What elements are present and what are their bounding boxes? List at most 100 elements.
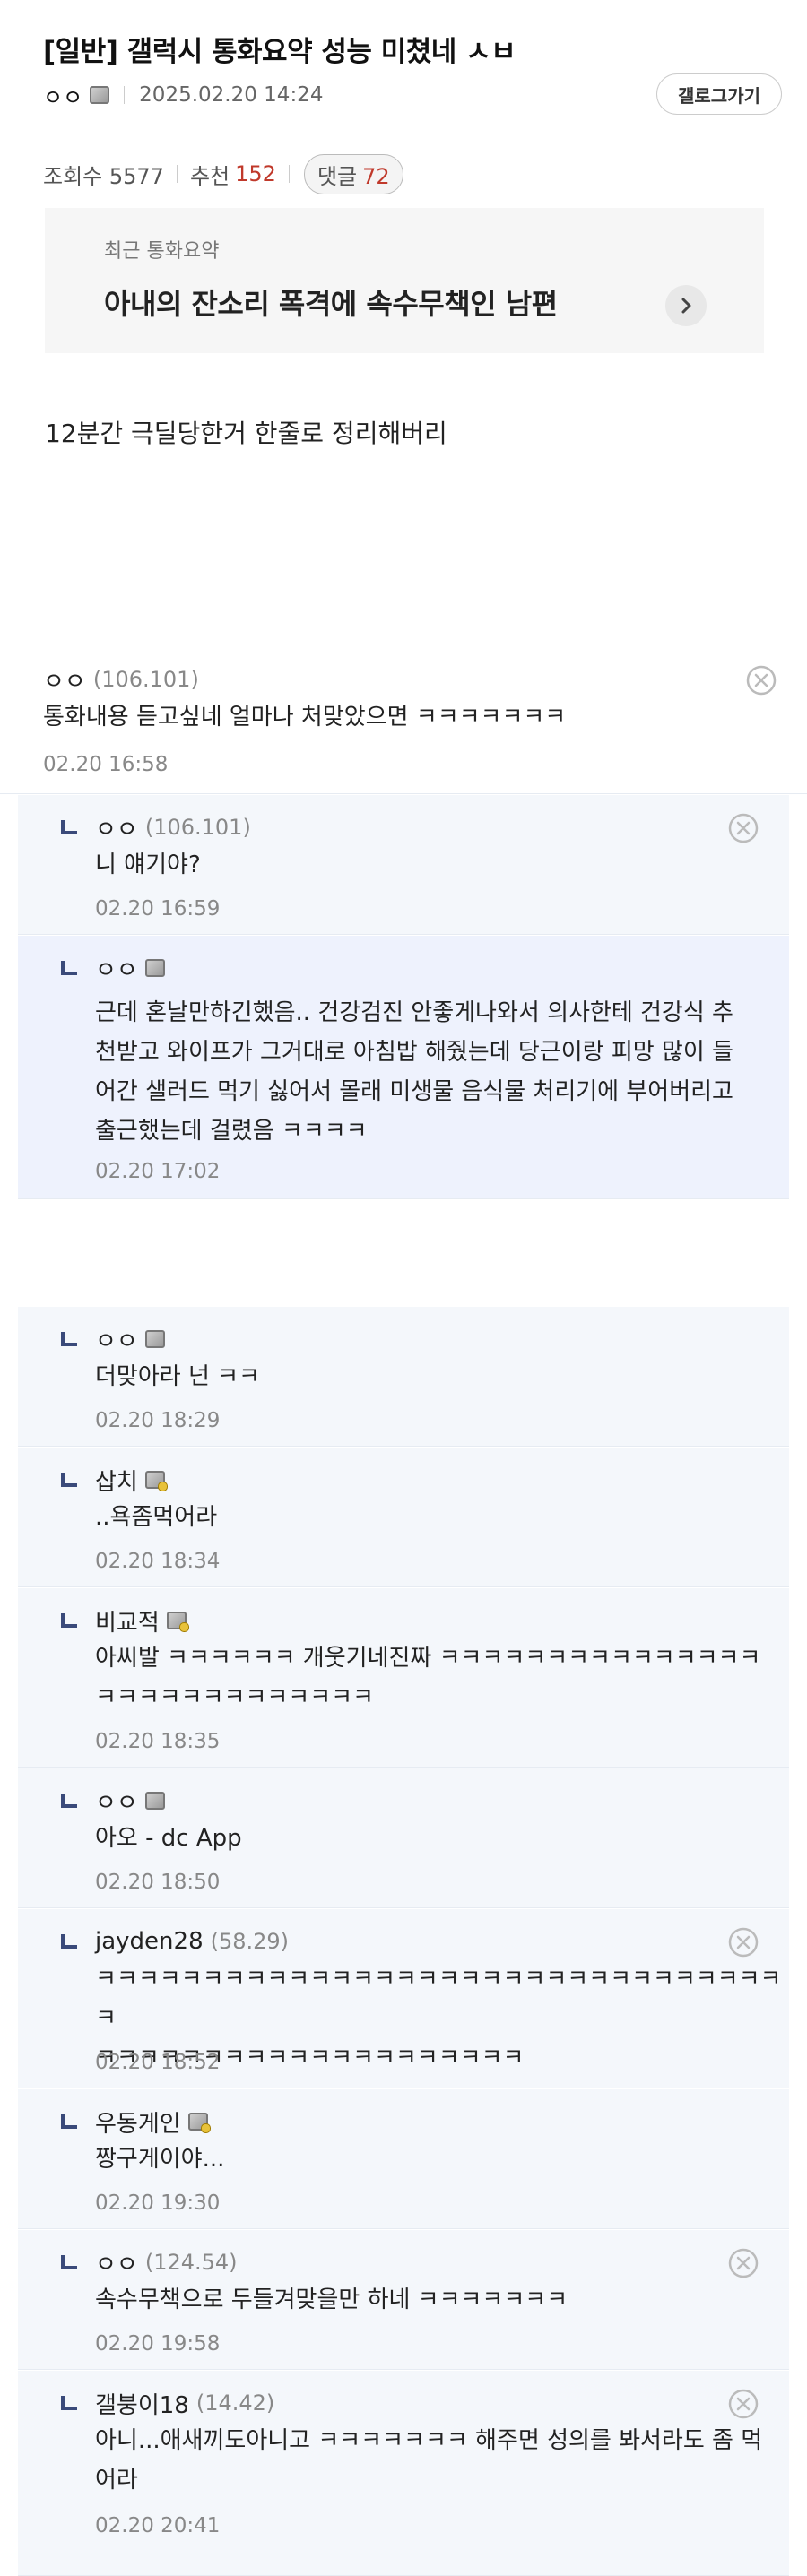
comment-ip: (14.42) [195, 2390, 275, 2416]
comment-nick[interactable]: ㅇㅇ [95, 2246, 138, 2279]
comment-count: 72 [362, 163, 390, 189]
comment-text: ..욕좀먹어라 [95, 1498, 217, 1537]
comment-header: ㅇㅇ [95, 1783, 165, 1819]
semi-fixed-nick-icon [144, 1471, 168, 1491]
comment-nick[interactable]: ㅇㅇ [95, 1785, 138, 1818]
comment-text: 통화내용 듣고싶네 얼마나 처맞았으면 ㅋㅋㅋㅋㅋㅋㅋ [43, 697, 566, 737]
post-stats: 조회수 5577 추천 152 댓글 72 [43, 153, 404, 194]
comment-header: 갤붕이18 (14.42) [95, 2385, 274, 2421]
comment-date: 02.20 18:50 [95, 1871, 221, 1894]
reply-comment: jayden28 (58.29) ㅋㅋㅋㅋㅋㅋㅋㅋㅋㅋㅋㅋㅋㅋㅋㅋㅋㅋㅋㅋㅋㅋㅋ… [18, 1909, 789, 2088]
comment-date: 02.20 20:41 [95, 2514, 221, 2537]
delete-icon[interactable] [728, 2248, 759, 2278]
comment-date: 02.20 18:29 [95, 1409, 221, 1432]
fixed-nick-icon [144, 1330, 165, 1348]
reply-arrow-icon [61, 1613, 77, 1628]
comment-ip: (106.101) [144, 815, 251, 840]
comment-nick[interactable]: 삽치 [95, 1464, 138, 1497]
reply-arrow-icon [61, 961, 77, 975]
comment-date: 02.20 19:58 [95, 2332, 221, 2356]
chevron-right-icon[interactable] [665, 285, 707, 326]
reply-comment: ㅇㅇ (124.54) 속수무책으로 두들겨맞을만 하네 ㅋㅋㅋㅋㅋㅋㅋ 02.… [18, 2230, 789, 2370]
post-title: [일반] 갤럭시 통화요약 성능 미쳤네 ㅅㅂ [43, 36, 516, 68]
comment-line: ..욕좀먹어라 [95, 1504, 218, 1531]
gallog-button[interactable]: 갤로그가기 [656, 73, 782, 115]
divider [288, 165, 290, 183]
comment-date: 02.20 18:34 [95, 1550, 221, 1573]
reply-comment: 삽치 ..욕좀먹어라 02.20 18:34 [18, 1448, 789, 1587]
comment-line: 니 얘기야? [95, 851, 201, 878]
reply-comment: 갤붕이18 (14.42) 아니...애새끼도아니고 ㅋㅋㅋㅋㅋㅋㅋ 해주면 성… [18, 2371, 789, 2576]
semi-fixed-nick-icon [166, 1612, 189, 1632]
comment-line: 천받고 와이프가 그거대로 아침밥 해줬는데 당근이랑 피망 많이 들 [95, 1039, 733, 1066]
comment-date: 02.20 16:59 [95, 897, 221, 921]
divider [124, 86, 126, 104]
reply-comment: ㅇㅇ 근데 혼날만하긴했음.. 건강검진 안좋게나와서 의사한테 건강식 추 천… [18, 936, 789, 1199]
comment-date: 02.20 18:52 [95, 2051, 221, 2074]
call-summary-card[interactable]: 최근 통화요약 아내의 잔소리 폭격에 속수무책인 남편 [45, 208, 764, 353]
comment-line: 아오 - dc App [95, 1825, 242, 1852]
comment-line: 출근했는데 걸렸음 ㅋㅋㅋㅋ [95, 1118, 368, 1145]
delete-icon[interactable] [728, 2389, 759, 2419]
semi-fixed-nick-icon [187, 2113, 211, 2133]
fixed-nick-icon [144, 1792, 165, 1810]
delete-icon[interactable] [728, 813, 759, 843]
recommend-label: 추천 [189, 163, 230, 189]
comment-ip: (58.29) [210, 1929, 290, 1954]
comment-header: jayden28 (58.29) [95, 1923, 289, 1959]
comment-text: 니 얘기야? [95, 845, 201, 885]
comment-header: ㅇㅇ [95, 950, 165, 986]
reply-comment: ㅇㅇ 더맞아라 넌 ㅋㅋ 02.20 18:29 [18, 1307, 789, 1447]
comment-header: ㅇㅇ (106.101) [95, 809, 251, 845]
fixed-nick-icon [144, 959, 165, 977]
reply-arrow-icon [61, 2396, 77, 2410]
recommend-count: 152 [235, 161, 276, 186]
fixed-nick-icon [90, 86, 110, 104]
reply-arrow-icon [61, 1934, 77, 1949]
comment-line: 통화내용 듣고싶네 얼마나 처맞았으면 ㅋㅋㅋㅋㅋㅋㅋ [43, 704, 567, 730]
comment-header: ㅇㅇ [95, 1321, 165, 1357]
comment-nick[interactable]: ㅇㅇ [43, 663, 86, 696]
comment-nick[interactable]: ㅇㅇ [95, 811, 138, 844]
comment-header: 우동게인 [95, 2104, 211, 2139]
divider [176, 165, 178, 183]
reply-arrow-icon [61, 1794, 77, 1808]
comment-nick[interactable]: 비교적 [95, 1604, 160, 1638]
post-body: 12분간 극딜당한거 한줄로 정리해버리 [45, 419, 447, 448]
comment-line: ㅋㅋㅋㅋㅋㅋㅋㅋㅋㅋㅋㅋㅋ [95, 1684, 374, 1711]
comment-text: 아니...애새끼도아니고 ㅋㅋㅋㅋㅋㅋㅋ 해주면 성의를 봐서라도 좀 먹 어라 [95, 2421, 762, 2500]
delete-icon[interactable] [728, 1927, 759, 1958]
reply-comment: ㅇㅇ 아오 - dc App 02.20 18:50 [18, 1768, 789, 1908]
comment-date: 02.20 16:58 [43, 753, 169, 776]
comment-nick[interactable]: ㅇㅇ [95, 1323, 138, 1356]
comment-line: 근데 혼날만하긴했음.. 건강검진 안좋게나와서 의사한테 건강식 추 [95, 999, 733, 1026]
comment-text: 아오 - dc App [95, 1819, 242, 1858]
comment-nick[interactable]: ㅇㅇ [95, 952, 138, 985]
post-author[interactable]: ㅇㅇ [43, 80, 82, 111]
view-count: 조회수 5577 [43, 163, 164, 189]
comment-line: 어라 [95, 2467, 138, 2494]
summary-label: 최근 통화요약 [104, 240, 220, 263]
delete-icon[interactable] [746, 665, 777, 696]
comment-line: 더맞아라 넌 ㅋㅋ [95, 1363, 260, 1390]
comment-line: 어간 샐러드 먹기 싫어서 몰래 미생물 음식물 처리기에 부어버리고 [95, 1078, 733, 1105]
comment-line: 아씨발 ㅋㅋㅋㅋㅋㅋ 개웃기네진짜 ㅋㅋㅋㅋㅋㅋㅋㅋㅋㅋㅋㅋㅋㅋㅋ [95, 1645, 761, 1672]
comment-date: 02.20 18:35 [95, 1730, 221, 1753]
comment-ip: (124.54) [144, 2250, 238, 2275]
reply-comment: 우동게인 짱구게이야... 02.20 19:30 [18, 2089, 789, 2229]
comment-count-badge[interactable]: 댓글 72 [303, 153, 404, 194]
comment-nick[interactable]: jayden28 [95, 1928, 204, 1955]
comment: ㅇㅇ (106.101) 통화내용 듣고싶네 얼마나 처맞았으면 ㅋㅋㅋㅋㅋㅋㅋ… [0, 647, 807, 794]
comment-nick[interactable]: 우동게인 [95, 2105, 181, 2139]
comment-nick[interactable]: 갤붕이18 [95, 2387, 189, 2420]
comment-date: 02.20 19:30 [95, 2191, 221, 2215]
comment-gap [18, 1199, 789, 1307]
reply-arrow-icon [61, 1332, 77, 1346]
reply-arrow-icon [61, 2114, 77, 2129]
comment-line: 짱구게이야... [95, 2146, 225, 2173]
comment-text: 더맞아라 넌 ㅋㅋ [95, 1357, 260, 1396]
comment-line: ㅋㅋㅋㅋㅋㅋㅋㅋㅋㅋㅋㅋㅋㅋㅋㅋㅋㅋㅋㅋㅋㅋㅋㅋㅋㅋㅋㅋㅋㅋㅋㅋㅋ [95, 1966, 782, 2032]
comment-date: 02.20 17:02 [95, 1160, 221, 1183]
post-meta: ㅇㅇ 2025.02.20 14:24 [43, 79, 323, 111]
reply-arrow-icon [61, 1473, 77, 1487]
